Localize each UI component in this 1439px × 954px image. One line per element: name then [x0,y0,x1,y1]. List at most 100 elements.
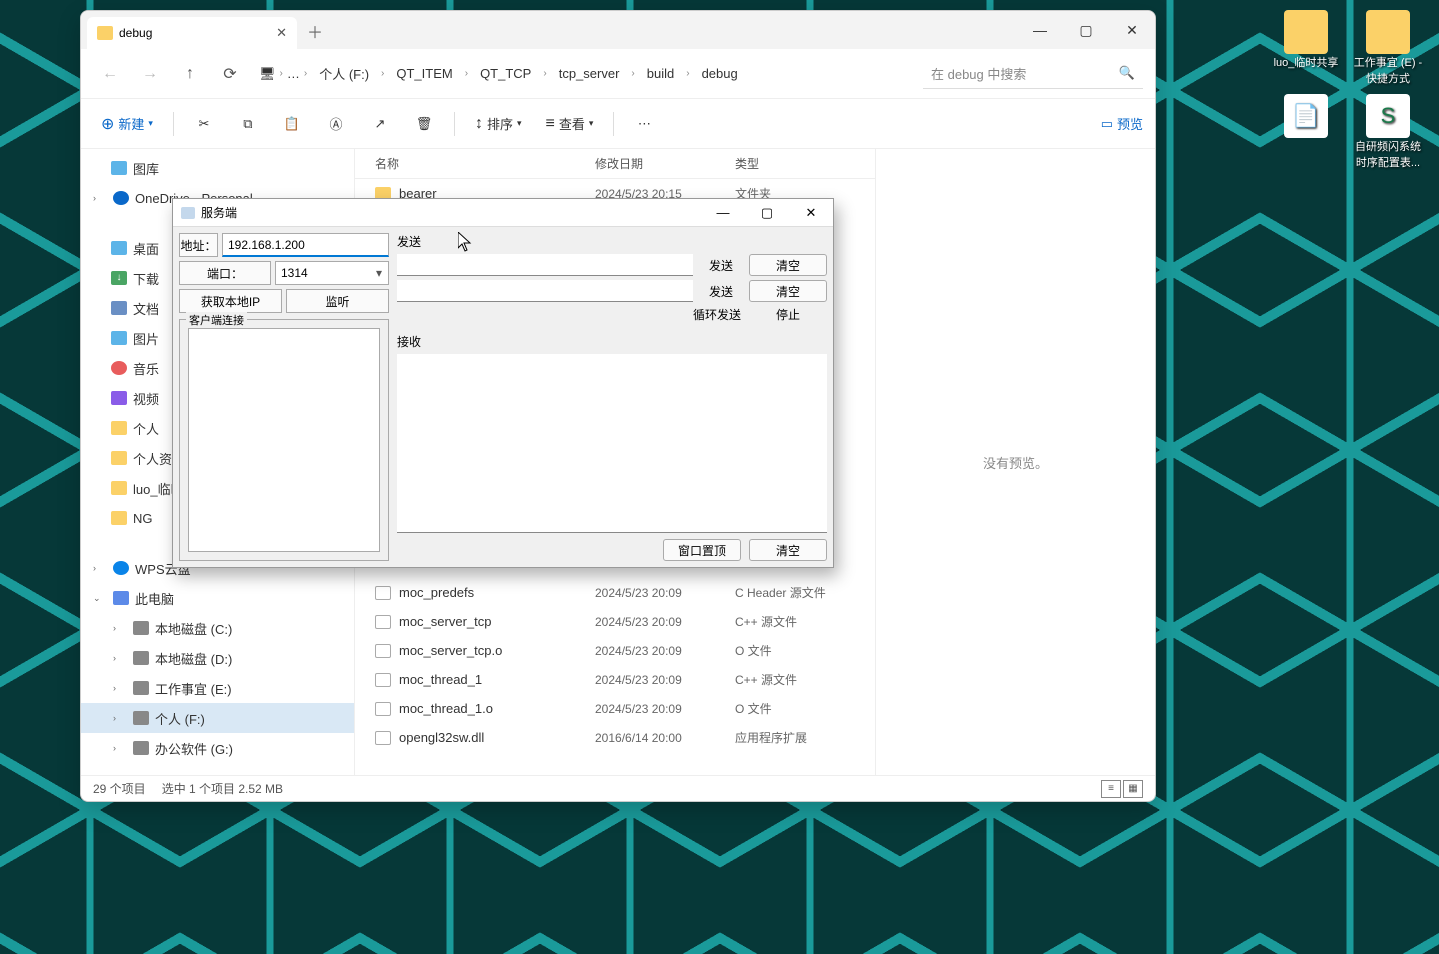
forward-button[interactable]: → [133,57,167,91]
client-connections-group: 客户端连接 [179,319,389,561]
back-button[interactable]: ← [93,57,127,91]
column-name[interactable]: 名称 [355,155,595,172]
receive-textarea[interactable] [397,354,827,533]
breadcrumb[interactable]: 🖥 › … › 个人 (F:) › QT_ITEM › QT_TCP › tcp… [259,60,917,87]
listen-button[interactable]: 监听 [286,289,389,313]
new-button[interactable]: ⊕ 新建 ▾ [93,107,161,141]
more-button[interactable]: ⋯ [626,107,662,141]
sidebar-item-thispc[interactable]: ⌄此电脑 [81,583,354,613]
crumb-drive[interactable]: 个人 (F:) [311,60,377,87]
sidebar-item-drive-f[interactable]: › 个人 (F:) [81,703,354,733]
dialog-minimize-button[interactable]: — [701,199,745,227]
minimize-button[interactable]: — [1017,11,1063,49]
client-connections-list[interactable] [188,328,380,552]
ellipsis-icon[interactable]: … [287,66,300,81]
new-tab-button[interactable]: ＋ [307,19,323,49]
file-row[interactable]: moc_server_tcp2024/5/23 20:09C++ 源文件 [355,607,875,636]
share-button[interactable]: ↗ [362,107,398,141]
refresh-button[interactable]: ⟳ [213,57,247,91]
close-tab-icon[interactable]: ✕ [276,25,287,41]
up-button[interactable]: ↑ [173,57,207,91]
desktop-icon-spreadsheet[interactable]: S 自研频闪系统时序配置表... [1351,94,1425,170]
view-button[interactable]: ≡ 查看 ▾ [538,107,602,141]
copy-button[interactable]: ⧉ [230,107,266,141]
clear-button-1[interactable]: 清空 [749,254,827,276]
plus-circle-icon: ⊕ [101,114,114,134]
chevron-right-icon: › [302,68,309,79]
ellipsis-icon: ⋯ [638,116,651,132]
file-row[interactable]: moc_predefs2024/5/23 20:09C Header 源文件 [355,578,875,607]
sidebar-item-gallery[interactable]: 图库 [81,153,354,183]
dialog-titlebar[interactable]: 服务端 — ▢ ✕ [173,199,833,227]
paste-button[interactable]: 📋 [274,107,310,141]
drive-icon [133,621,149,635]
crumb-tcp-server[interactable]: tcp_server [551,62,628,85]
trash-icon: 🗑 [416,116,433,132]
chevron-right-icon[interactable]: › [113,713,125,723]
dialog-maximize-button[interactable]: ▢ [745,199,789,227]
sidebar-item-drive-c[interactable]: ›本地磁盘 (C:) [81,613,354,643]
chevron-right-icon[interactable]: › [113,653,125,663]
chevron-down-icon[interactable]: ⌄ [93,593,105,604]
port-combo[interactable]: 1314 [275,261,389,285]
column-type[interactable]: 类型 [735,155,875,172]
desktop-icons: luo_临时共享 工作事宜 (E) - 快捷方式 📄 S 自研频闪系统时序配置表… [1269,10,1429,170]
file-row[interactable]: opengl32sw.dll2016/6/14 20:00应用程序扩展 [355,723,875,752]
sidebar-item-label: 个人 (F:) [155,709,205,728]
view-icon: ≡ [546,115,555,133]
rename-button[interactable]: Ⓐ [318,107,354,141]
chevron-right-icon[interactable]: › [93,193,105,203]
file-row[interactable]: moc_thread_1.o2024/5/23 20:09O 文件 [355,694,875,723]
delete-button[interactable]: 🗑 [406,107,442,141]
desktop-icon-luo[interactable]: luo_临时共享 [1269,10,1343,86]
dialog-close-button[interactable]: ✕ [789,199,833,227]
crumb-build[interactable]: build [639,62,682,85]
crumb-qt-tcp[interactable]: QT_TCP [472,62,539,85]
cut-button[interactable]: ✂ [186,107,222,141]
send-label-1[interactable]: 发送 [701,257,741,274]
tab-debug[interactable]: debug ✕ [87,17,297,49]
sidebar-item-label: 工作事宜 (E:) [155,679,232,698]
paste-icon: 📋 [284,116,300,132]
search-input[interactable]: 在 debug 中搜索 🔍 [923,59,1143,89]
file-type: 应用程序扩展 [735,729,875,746]
get-local-ip-button[interactable]: 获取本地IP [179,289,282,313]
sidebar-item-label: 图库 [133,159,159,178]
sidebar-item-drive-d[interactable]: ›本地磁盘 (D:) [81,643,354,673]
clear-receive-button[interactable]: 清空 [749,539,827,561]
file-icon [375,673,391,687]
folder-icon [111,511,127,525]
chevron-right-icon[interactable]: › [93,563,105,573]
stop-label[interactable]: 停止 [749,306,827,323]
crumb-qt-item[interactable]: QT_ITEM [388,62,460,85]
maximize-button[interactable]: ▢ [1063,11,1109,49]
send-input-2[interactable] [397,280,693,302]
pin-window-button[interactable]: 窗口置顶 [663,539,741,561]
onedrive-icon [113,191,129,205]
tiles-view-icon[interactable]: ▦ [1123,780,1143,798]
sidebar-item-label: 图片 [133,329,159,348]
desktop-icon-txt[interactable]: 📄 [1269,94,1343,170]
chevron-right-icon[interactable]: › [113,623,125,633]
column-date[interactable]: 修改日期 [595,155,735,172]
clear-button-2[interactable]: 清空 [749,280,827,302]
send-label-2[interactable]: 发送 [701,283,741,300]
preview-toggle[interactable]: ▭ 预览 [1101,114,1143,133]
address-input[interactable] [222,233,389,257]
chevron-right-icon[interactable]: › [113,683,125,693]
crumb-debug[interactable]: debug [694,62,746,85]
sidebar-item-drive-e[interactable]: › 工作事宜 (E:) [81,673,354,703]
search-icon: 🔍 [1119,65,1135,81]
sort-button[interactable]: ↕ 排序 ▾ [467,107,530,141]
desktop-icon-work-shortcut[interactable]: 工作事宜 (E) - 快捷方式 [1351,10,1425,86]
file-row[interactable]: moc_server_tcp.o2024/5/23 20:09O 文件 [355,636,875,665]
send-input-1[interactable] [397,254,693,276]
file-type: O 文件 [735,700,875,717]
sidebar-item-drive-g[interactable]: ›办公软件 (G:) [81,733,354,763]
chevron-right-icon[interactable]: › [113,743,125,753]
loop-send-label[interactable]: 循环发送 [693,306,741,323]
details-view-icon[interactable]: ≡ [1101,780,1121,798]
file-icon [375,731,391,745]
file-row[interactable]: moc_thread_12024/5/23 20:09C++ 源文件 [355,665,875,694]
close-button[interactable]: ✕ [1109,11,1155,49]
